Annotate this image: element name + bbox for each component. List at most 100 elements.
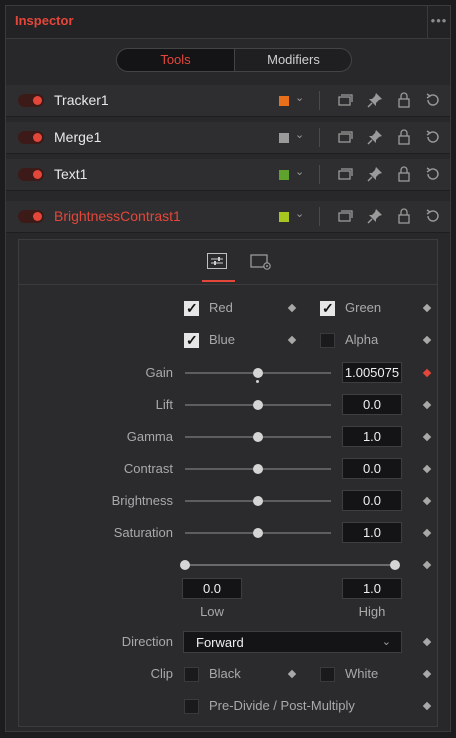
red-label: Red xyxy=(209,300,233,315)
tab-tools[interactable]: Tools xyxy=(117,49,234,71)
contrast-slider-thumb[interactable] xyxy=(253,464,263,474)
tool-enable-toggle[interactable] xyxy=(18,168,44,181)
default-marker xyxy=(256,380,259,383)
keyframe-diamond-icon[interactable] xyxy=(422,335,432,345)
reset-icon[interactable] xyxy=(425,92,441,108)
panel-title: Inspector xyxy=(15,13,74,28)
range-slider-track[interactable] xyxy=(185,564,395,566)
lock-icon[interactable] xyxy=(396,208,412,224)
divider xyxy=(319,128,320,147)
range-low-thumb[interactable] xyxy=(180,560,190,570)
lift-label: Lift xyxy=(155,397,173,412)
reset-icon[interactable] xyxy=(425,208,441,224)
lift-value-input[interactable]: 0.0 xyxy=(342,394,402,415)
tool-row-tracker1[interactable]: Tracker1 ⌄ xyxy=(6,85,450,117)
gain-value-input[interactable]: 1.005075 xyxy=(342,362,402,383)
pin-icon[interactable] xyxy=(367,166,383,182)
chevron-down-icon[interactable]: ⌄ xyxy=(295,91,304,104)
chevron-down-icon[interactable]: ⌄ xyxy=(295,207,304,220)
keyframe-diamond-icon[interactable] xyxy=(422,303,432,313)
clip-black-label: Black xyxy=(209,666,241,681)
gain-slider-thumb[interactable] xyxy=(253,368,263,378)
tool-enable-toggle[interactable] xyxy=(18,131,44,144)
more-options-icon[interactable]: ••• xyxy=(427,6,450,38)
controls-tab-sliders-icon[interactable] xyxy=(207,253,227,269)
tool-color-swatch[interactable] xyxy=(279,96,289,106)
pin-icon[interactable] xyxy=(367,92,383,108)
direction-value: Forward xyxy=(196,635,244,650)
range-high-label: High xyxy=(358,604,386,619)
contrast-label: Contrast xyxy=(123,461,173,476)
keyframe-diamond-icon[interactable] xyxy=(422,560,432,570)
brightness-slider-thumb[interactable] xyxy=(253,496,263,506)
tool-row-text1[interactable]: Text1 ⌄ xyxy=(6,159,450,191)
lock-icon[interactable] xyxy=(396,129,412,145)
tool-row-brightnesscontrast1[interactable]: BrightnessContrast1 ⌄ xyxy=(6,201,450,233)
pin-icon[interactable] xyxy=(367,129,383,145)
keyframe-diamond-icon[interactable] xyxy=(422,701,432,711)
clip-white-checkbox[interactable] xyxy=(320,667,335,682)
tool-name: Merge1 xyxy=(54,129,102,145)
clip-label: Clip xyxy=(150,666,173,681)
keyframe-diamond-icon[interactable] xyxy=(287,303,297,313)
saturation-slider-thumb[interactable] xyxy=(253,528,263,538)
version-icon[interactable] xyxy=(337,92,353,108)
tool-enable-toggle[interactable] xyxy=(18,94,44,107)
tool-row-merge1[interactable]: Merge1 ⌄ xyxy=(6,122,450,154)
divider xyxy=(319,91,320,110)
keyframe-diamond-icon[interactable] xyxy=(422,432,432,442)
keyframe-diamond-icon[interactable] xyxy=(422,464,432,474)
tool-name: Tracker1 xyxy=(54,92,109,108)
chevron-down-icon[interactable]: ⌄ xyxy=(295,128,304,141)
active-tab-indicator xyxy=(202,280,235,282)
keyframe-diamond-icon[interactable] xyxy=(422,528,432,538)
tool-color-swatch[interactable] xyxy=(279,212,289,222)
brightness-value-input[interactable]: 0.0 xyxy=(342,490,402,511)
tool-color-swatch[interactable] xyxy=(279,133,289,143)
contrast-value-input[interactable]: 0.0 xyxy=(342,458,402,479)
gamma-value-input[interactable]: 1.0 xyxy=(342,426,402,447)
blue-checkbox[interactable] xyxy=(184,332,199,349)
green-checkbox[interactable] xyxy=(320,300,335,317)
lock-icon[interactable] xyxy=(396,92,412,108)
blue-label: Blue xyxy=(209,332,236,347)
keyframe-diamond-icon[interactable] xyxy=(422,368,432,378)
red-checkbox[interactable] xyxy=(184,300,199,317)
lock-icon[interactable] xyxy=(396,166,412,182)
alpha-checkbox[interactable] xyxy=(320,333,335,348)
keyframe-diamond-icon[interactable] xyxy=(422,669,432,679)
predivide-label: Pre-Divide / Post-Multiply xyxy=(209,698,355,713)
version-icon[interactable] xyxy=(337,129,353,145)
keyframe-diamond-icon[interactable] xyxy=(422,400,432,410)
inspector-panel: Inspector ••• Tools Modifiers Tracker1 ⌄… xyxy=(5,5,451,732)
chevron-down-icon[interactable]: ⌄ xyxy=(295,165,304,178)
direction-dropdown[interactable]: Forward ⌄ xyxy=(183,631,402,653)
predivide-checkbox[interactable] xyxy=(184,699,199,714)
reset-icon[interactable] xyxy=(425,129,441,145)
keyframe-diamond-icon[interactable] xyxy=(287,335,297,345)
pin-icon[interactable] xyxy=(367,208,383,224)
tab-modifiers[interactable]: Modifiers xyxy=(234,49,351,71)
gamma-label: Gamma xyxy=(126,429,173,444)
range-low-input[interactable]: 0.0 xyxy=(182,578,242,599)
range-high-thumb[interactable] xyxy=(390,560,400,570)
tool-settings-panel: Red Green Blue Alpha Gain 1.005075 Lift … xyxy=(18,239,438,727)
clip-black-checkbox[interactable] xyxy=(184,667,199,682)
settings-tab-bar xyxy=(19,240,437,285)
version-icon[interactable] xyxy=(337,166,353,182)
brightness-label: Brightness xyxy=(111,493,173,508)
keyframe-diamond-icon[interactable] xyxy=(287,669,297,679)
divider xyxy=(319,165,320,184)
lift-slider-thumb[interactable] xyxy=(253,400,263,410)
gamma-slider-thumb[interactable] xyxy=(253,432,263,442)
saturation-value-input[interactable]: 1.0 xyxy=(342,522,402,543)
saturation-label: Saturation xyxy=(113,525,173,540)
keyframe-diamond-icon[interactable] xyxy=(422,496,432,506)
tool-enable-toggle[interactable] xyxy=(18,210,44,223)
version-icon[interactable] xyxy=(337,208,353,224)
settings-tab-image-gear-icon[interactable] xyxy=(250,254,272,270)
reset-icon[interactable] xyxy=(425,166,441,182)
tool-color-swatch[interactable] xyxy=(279,170,289,180)
keyframe-diamond-icon[interactable] xyxy=(422,637,432,647)
range-high-input[interactable]: 1.0 xyxy=(342,578,402,599)
